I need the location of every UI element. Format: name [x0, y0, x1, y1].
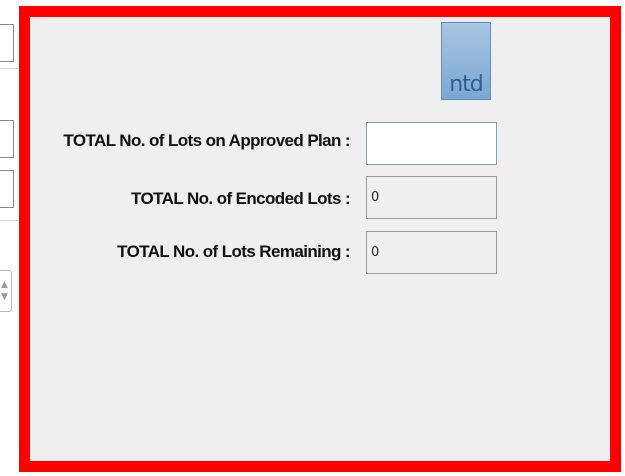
remaining-lots-field	[366, 231, 497, 274]
divider	[0, 68, 18, 69]
approved-plan-label: TOTAL No. of Lots on Approved Plan :	[63, 131, 350, 150]
spin-up-icon[interactable]: ▲	[1, 281, 9, 290]
clipped-input-1[interactable]	[0, 24, 14, 62]
screen: ▲ ▼ ntd TOTAL No. of Lots on Approved Pl…	[0, 0, 625, 476]
logo-text: ntd	[449, 72, 484, 97]
left-clipped-panel: ▲ ▼	[0, 0, 20, 476]
clipped-input-2[interactable]	[0, 120, 14, 158]
clipped-spinner[interactable]: ▲ ▼	[0, 270, 12, 312]
approved-plan-input[interactable]	[366, 122, 497, 165]
clipped-input-3[interactable]	[0, 170, 14, 208]
encoded-lots-label: TOTAL No. of Encoded Lots :	[131, 189, 351, 208]
spin-down-icon[interactable]: ▼	[1, 293, 9, 302]
highlighted-form-panel	[19, 6, 621, 472]
remaining-lots-label: TOTAL No. of Lots Remaining :	[117, 242, 350, 261]
ntd-logo-icon: ntd	[441, 22, 491, 100]
encoded-lots-field	[366, 176, 497, 219]
divider	[0, 220, 18, 221]
